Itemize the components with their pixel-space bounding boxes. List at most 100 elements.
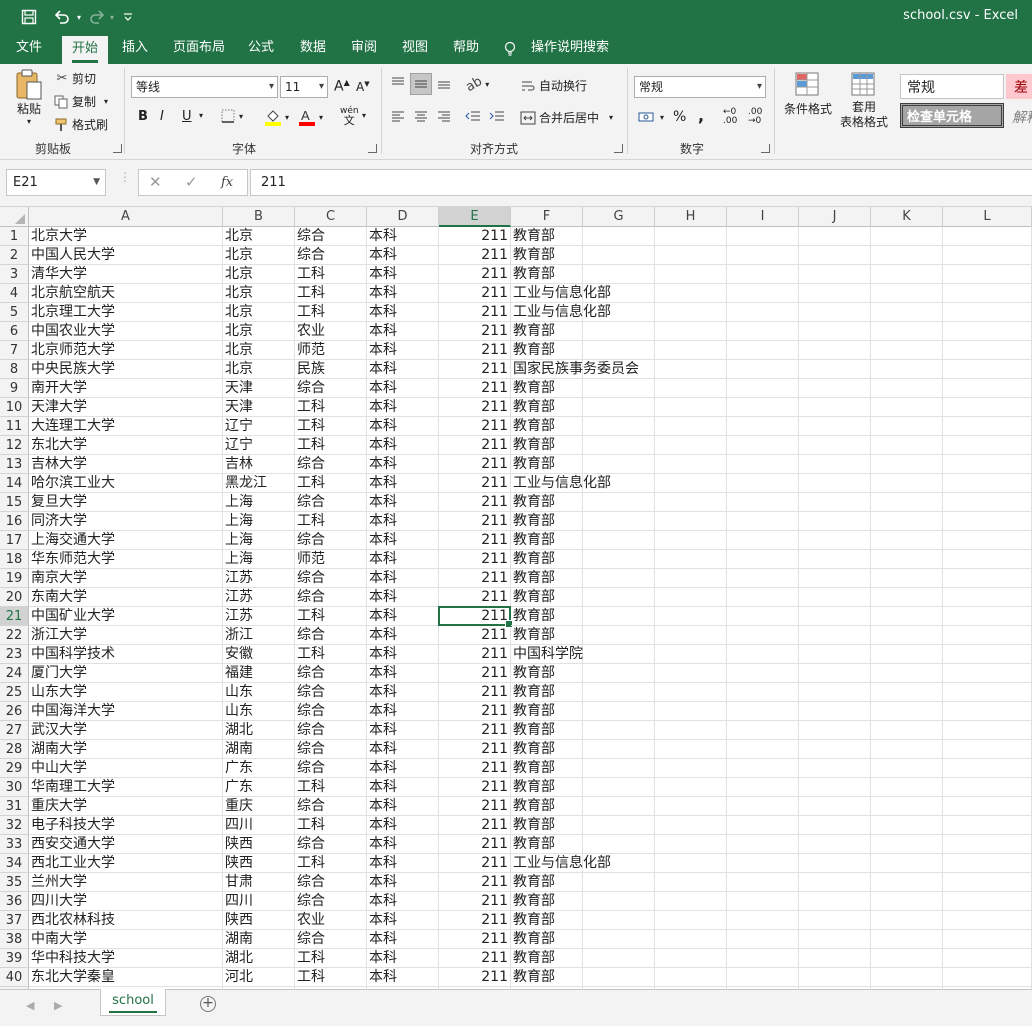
align-bottom-button[interactable]: [436, 76, 452, 90]
row-header[interactable]: 4: [0, 284, 29, 303]
row-header[interactable]: 8: [0, 360, 29, 379]
cell-l11[interactable]: [943, 417, 1032, 436]
decrease-font-size-button[interactable]: A▼: [356, 80, 370, 94]
cell-b20[interactable]: 江苏: [223, 588, 295, 607]
cell-k13[interactable]: [871, 455, 943, 474]
cell-i4[interactable]: [727, 284, 799, 303]
cell-d27[interactable]: 本科: [367, 721, 439, 740]
cell-h27[interactable]: [655, 721, 727, 740]
cell-g23[interactable]: [583, 645, 655, 664]
cell-a32[interactable]: 电子科技大学: [29, 816, 223, 835]
cell-a1[interactable]: 北京大学: [29, 227, 223, 246]
cell-h9[interactable]: [655, 379, 727, 398]
cell-b30[interactable]: 广东: [223, 778, 295, 797]
next-sheet-icon[interactable]: ▶: [54, 999, 62, 1012]
cell-i32[interactable]: [727, 816, 799, 835]
cell-k2[interactable]: [871, 246, 943, 265]
cell-f20[interactable]: 教育部: [511, 588, 583, 607]
cell-c14[interactable]: 工科: [295, 474, 367, 493]
cell-j10[interactable]: [799, 398, 871, 417]
cell-j29[interactable]: [799, 759, 871, 778]
underline-dropdown-icon[interactable]: ▾: [199, 111, 203, 120]
cell-j39[interactable]: [799, 949, 871, 968]
cell-e5[interactable]: 211: [439, 303, 511, 322]
cell-g10[interactable]: [583, 398, 655, 417]
tab-formulas[interactable]: 公式: [238, 34, 284, 64]
cell-k22[interactable]: [871, 626, 943, 645]
cell-j17[interactable]: [799, 531, 871, 550]
cell-l30[interactable]: [943, 778, 1032, 797]
cell-k16[interactable]: [871, 512, 943, 531]
cell-c3[interactable]: 工科: [295, 265, 367, 284]
cell-f36[interactable]: 教育部: [511, 892, 583, 911]
cell-j24[interactable]: [799, 664, 871, 683]
cell-b7[interactable]: 北京: [223, 341, 295, 360]
cell-g7[interactable]: [583, 341, 655, 360]
cell-e4[interactable]: 211: [439, 284, 511, 303]
cell-d31[interactable]: 本科: [367, 797, 439, 816]
cell-a20[interactable]: 东南大学: [29, 588, 223, 607]
cell-j6[interactable]: [799, 322, 871, 341]
cell-f31[interactable]: 教育部: [511, 797, 583, 816]
cell-i14[interactable]: [727, 474, 799, 493]
cell-k10[interactable]: [871, 398, 943, 417]
cell-l31[interactable]: [943, 797, 1032, 816]
cell-a6[interactable]: 中国农业大学: [29, 322, 223, 341]
cell-g38[interactable]: [583, 930, 655, 949]
borders-button[interactable]: ▾: [220, 108, 243, 124]
cell-d32[interactable]: 本科: [367, 816, 439, 835]
cell-i3[interactable]: [727, 265, 799, 284]
cell-i30[interactable]: [727, 778, 799, 797]
cell-e17[interactable]: 211: [439, 531, 511, 550]
cell-l8[interactable]: [943, 360, 1032, 379]
cell-b19[interactable]: 江苏: [223, 569, 295, 588]
cell-j33[interactable]: [799, 835, 871, 854]
cell-d6[interactable]: 本科: [367, 322, 439, 341]
align-top-button[interactable]: [390, 76, 406, 90]
cell-g36[interactable]: [583, 892, 655, 911]
cell-l28[interactable]: [943, 740, 1032, 759]
cell-b26[interactable]: 山东: [223, 702, 295, 721]
cell-l4[interactable]: [943, 284, 1032, 303]
cell-d2[interactable]: 本科: [367, 246, 439, 265]
cell-c17[interactable]: 综合: [295, 531, 367, 550]
cell-j16[interactable]: [799, 512, 871, 531]
cell-a26[interactable]: 中国海洋大学: [29, 702, 223, 721]
cell-c27[interactable]: 综合: [295, 721, 367, 740]
cell-d26[interactable]: 本科: [367, 702, 439, 721]
cell-e30[interactable]: 211: [439, 778, 511, 797]
cell-i15[interactable]: [727, 493, 799, 512]
cell-a28[interactable]: 湖南大学: [29, 740, 223, 759]
cell-e35[interactable]: 211: [439, 873, 511, 892]
cell-k32[interactable]: [871, 816, 943, 835]
cell-d24[interactable]: 本科: [367, 664, 439, 683]
cell-d21[interactable]: 本科: [367, 607, 439, 626]
cell-k30[interactable]: [871, 778, 943, 797]
cell-l16[interactable]: [943, 512, 1032, 531]
number-format-combo[interactable]: 常规 ▾: [634, 76, 766, 98]
cell-e25[interactable]: 211: [439, 683, 511, 702]
cell-h5[interactable]: [655, 303, 727, 322]
cell-k31[interactable]: [871, 797, 943, 816]
cell-e3[interactable]: 211: [439, 265, 511, 284]
increase-indent-button[interactable]: [488, 109, 506, 123]
cell-i9[interactable]: [727, 379, 799, 398]
cell-i11[interactable]: [727, 417, 799, 436]
cell-e31[interactable]: 211: [439, 797, 511, 816]
cell-i2[interactable]: [727, 246, 799, 265]
orientation-button[interactable]: ab ▾: [463, 74, 489, 95]
cell-c9[interactable]: 综合: [295, 379, 367, 398]
cell-g39[interactable]: [583, 949, 655, 968]
cell-c21[interactable]: 工科: [295, 607, 367, 626]
cell-a38[interactable]: 中南大学: [29, 930, 223, 949]
cell-b23[interactable]: 安徽: [223, 645, 295, 664]
cell-e15[interactable]: 211: [439, 493, 511, 512]
cell-b28[interactable]: 湖南: [223, 740, 295, 759]
cell-i36[interactable]: [727, 892, 799, 911]
cell-f5[interactable]: 工业与信息化部: [511, 303, 611, 322]
cell-h7[interactable]: [655, 341, 727, 360]
cell-i13[interactable]: [727, 455, 799, 474]
cell-i31[interactable]: [727, 797, 799, 816]
row-header[interactable]: 33: [0, 835, 29, 854]
cell-f6[interactable]: 教育部: [511, 322, 583, 341]
